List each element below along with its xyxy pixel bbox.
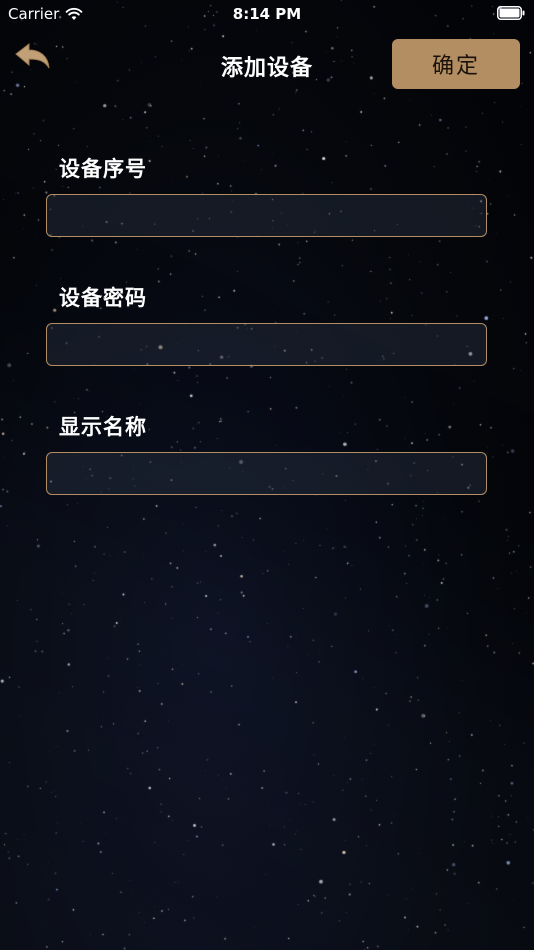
battery-icon — [497, 6, 525, 20]
navigation-bar: 添加设备 确定 — [0, 28, 534, 100]
device-password-label: 设备密码 — [59, 286, 147, 310]
confirm-button[interactable]: 确定 — [392, 39, 520, 89]
device-serial-label: 设备序号 — [59, 157, 147, 181]
device-serial-input[interactable] — [46, 194, 487, 237]
status-bar: Carrier 8:14 PM — [0, 0, 534, 28]
status-time: 8:14 PM — [232, 5, 302, 23]
device-password-input[interactable] — [46, 323, 487, 366]
display-name-label: 显示名称 — [59, 415, 147, 439]
add-device-screen: Carrier 8:14 PM 添加设备 确定 设备序号 设备密码 显示名称 — [0, 0, 534, 950]
display-name-input[interactable] — [46, 452, 487, 495]
